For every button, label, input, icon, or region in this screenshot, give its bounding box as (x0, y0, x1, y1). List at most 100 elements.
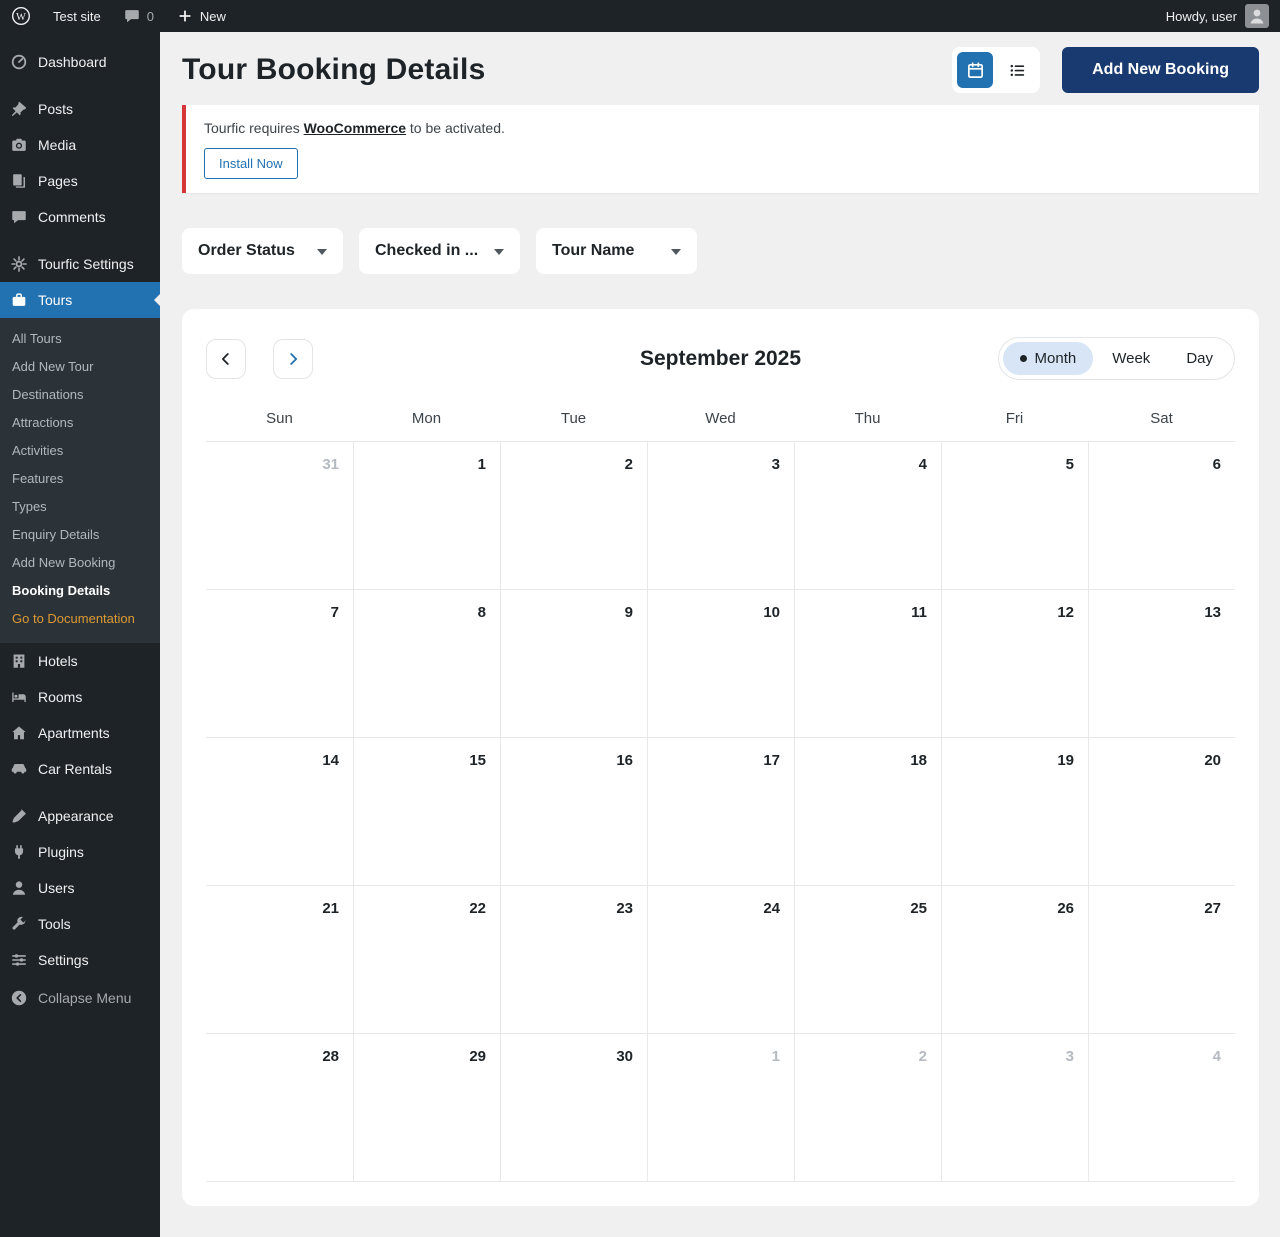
view-label: Month (1034, 350, 1077, 367)
day-number: 10 (763, 604, 780, 621)
submenu-item-attractions[interactable]: Attractions (0, 409, 160, 437)
view-week-button[interactable]: Week (1095, 342, 1167, 375)
filter-checked-in[interactable]: Checked in ... (359, 228, 520, 274)
calendar-cell-1[interactable]: 1 (353, 442, 500, 590)
pages-icon (9, 171, 29, 191)
day-number: 25 (910, 900, 927, 917)
calendar-cell-17[interactable]: 17 (647, 738, 794, 886)
calendar-cell-31-adjacent[interactable]: 31 (206, 442, 353, 590)
calendar-cell-16[interactable]: 16 (500, 738, 647, 886)
day-number: 4 (1212, 1048, 1221, 1065)
sidebar-item-pages[interactable]: Pages (0, 163, 160, 199)
calendar-cell-2-adjacent[interactable]: 2 (794, 1034, 941, 1182)
day-number: 19 (1057, 752, 1074, 769)
calendar-cell-3[interactable]: 3 (647, 442, 794, 590)
calendar-header: September 2025 Month Week Day (206, 337, 1235, 380)
sidebar-item-rooms[interactable]: Rooms (0, 679, 160, 715)
day-number: 30 (616, 1048, 633, 1065)
gear-icon (9, 254, 29, 274)
sidebar-item-tools[interactable]: Tools (0, 906, 160, 942)
list-view-button[interactable] (999, 52, 1035, 88)
prev-month-button[interactable] (206, 338, 246, 379)
calendar-cell-7[interactable]: 7 (206, 590, 353, 738)
calendar-cell-25[interactable]: 25 (794, 886, 941, 1034)
submenu-item-add-new-booking[interactable]: Add New Booking (0, 549, 160, 577)
calendar-cell-4[interactable]: 4 (794, 442, 941, 590)
calendar-cell-6[interactable]: 6 (1088, 442, 1235, 590)
admin-bar-new-button[interactable]: New (165, 0, 237, 32)
calendar-grid: 31 1 2 3 4 5 6 7 8 9 10 11 12 13 14 15 16 17 18 19 20 21 22 23 2… (206, 441, 1235, 1182)
admin-bar-comments[interactable]: 0 (112, 0, 165, 32)
filter-tour-name[interactable]: Tour Name (536, 228, 697, 274)
day-number: 14 (322, 752, 339, 769)
admin-bar-site-name[interactable]: Test site (42, 0, 112, 32)
calendar-cell-15[interactable]: 15 (353, 738, 500, 886)
calendar-cell-22[interactable]: 22 (353, 886, 500, 1034)
calendar-cell-21[interactable]: 21 (206, 886, 353, 1034)
view-day-button[interactable]: Day (1169, 342, 1230, 375)
day-number: 3 (1065, 1048, 1074, 1065)
sidebar-item-comments[interactable]: Comments (0, 199, 160, 235)
sidebar-item-dashboard[interactable]: Dashboard (0, 44, 160, 80)
calendar-cell-14[interactable]: 14 (206, 738, 353, 886)
sidebar-item-media[interactable]: Media (0, 127, 160, 163)
install-now-button[interactable]: Install Now (204, 148, 298, 179)
calendar-cell-27[interactable]: 27 (1088, 886, 1235, 1034)
caret-down-icon (494, 249, 504, 255)
calendar-cell-20[interactable]: 20 (1088, 738, 1235, 886)
wordpress-logo[interactable]: W (0, 0, 42, 32)
header-actions: Add New Booking (952, 47, 1259, 93)
sidebar-item-settings[interactable]: Settings (0, 942, 160, 978)
calendar-cell-26[interactable]: 26 (941, 886, 1088, 1034)
filter-order-status[interactable]: Order Status (182, 228, 343, 274)
calendar-cell-18[interactable]: 18 (794, 738, 941, 886)
sidebar-item-car-rentals[interactable]: Car Rentals (0, 751, 160, 787)
day-number: 24 (763, 900, 780, 917)
calendar-cell-4-adjacent[interactable]: 4 (1088, 1034, 1235, 1182)
submenu-item-features[interactable]: Features (0, 465, 160, 493)
sidebar-item-label: Hotels (38, 653, 78, 669)
calendar-cell-28[interactable]: 28 (206, 1034, 353, 1182)
calendar-cell-13[interactable]: 13 (1088, 590, 1235, 738)
sidebar-item-hotels[interactable]: Hotels (0, 643, 160, 679)
view-month-button[interactable]: Month (1002, 342, 1094, 375)
calendar-cell-10[interactable]: 10 (647, 590, 794, 738)
submenu-item-activities[interactable]: Activities (0, 437, 160, 465)
submenu-item-add-new-tour[interactable]: Add New Tour (0, 353, 160, 381)
sidebar-item-apartments[interactable]: Apartments (0, 715, 160, 751)
sidebar-item-tours[interactable]: Tours (0, 282, 160, 318)
day-number: 1 (477, 456, 486, 473)
calendar-cell-2[interactable]: 2 (500, 442, 647, 590)
calendar-cell-1-adjacent[interactable]: 1 (647, 1034, 794, 1182)
sidebar-item-plugins[interactable]: Plugins (0, 834, 160, 870)
day-number: 6 (1212, 456, 1221, 473)
submenu-item-destinations[interactable]: Destinations (0, 381, 160, 409)
calendar-cell-9[interactable]: 9 (500, 590, 647, 738)
sidebar-item-appearance[interactable]: Appearance (0, 798, 160, 834)
comments-bubble-icon (124, 10, 139, 23)
calendar-cell-12[interactable]: 12 (941, 590, 1088, 738)
submenu-item-types[interactable]: Types (0, 493, 160, 521)
calendar-cell-30[interactable]: 30 (500, 1034, 647, 1182)
calendar-cell-24[interactable]: 24 (647, 886, 794, 1034)
sidebar-item-users[interactable]: Users (0, 870, 160, 906)
woocommerce-link[interactable]: WooCommerce (304, 120, 406, 136)
calendar-cell-29[interactable]: 29 (353, 1034, 500, 1182)
calendar-cell-5[interactable]: 5 (941, 442, 1088, 590)
calendar-cell-8[interactable]: 8 (353, 590, 500, 738)
next-month-button[interactable] (273, 338, 313, 379)
submenu-item-go-to-documentation[interactable]: Go to Documentation (0, 605, 160, 633)
collapse-menu-button[interactable]: Collapse Menu (0, 980, 160, 1016)
add-new-booking-button[interactable]: Add New Booking (1062, 47, 1259, 93)
submenu-item-booking-details[interactable]: Booking Details (0, 577, 160, 605)
submenu-item-enquiry-details[interactable]: Enquiry Details (0, 521, 160, 549)
submenu-item-all-tours[interactable]: All Tours (0, 325, 160, 353)
calendar-view-button[interactable] (957, 52, 994, 88)
calendar-cell-3-adjacent[interactable]: 3 (941, 1034, 1088, 1182)
calendar-cell-19[interactable]: 19 (941, 738, 1088, 886)
admin-bar-account[interactable]: Howdy, user (1155, 0, 1280, 32)
calendar-cell-11[interactable]: 11 (794, 590, 941, 738)
calendar-cell-23[interactable]: 23 (500, 886, 647, 1034)
sidebar-item-tourfic-settings[interactable]: Tourfic Settings (0, 246, 160, 282)
sidebar-item-posts[interactable]: Posts (0, 91, 160, 127)
